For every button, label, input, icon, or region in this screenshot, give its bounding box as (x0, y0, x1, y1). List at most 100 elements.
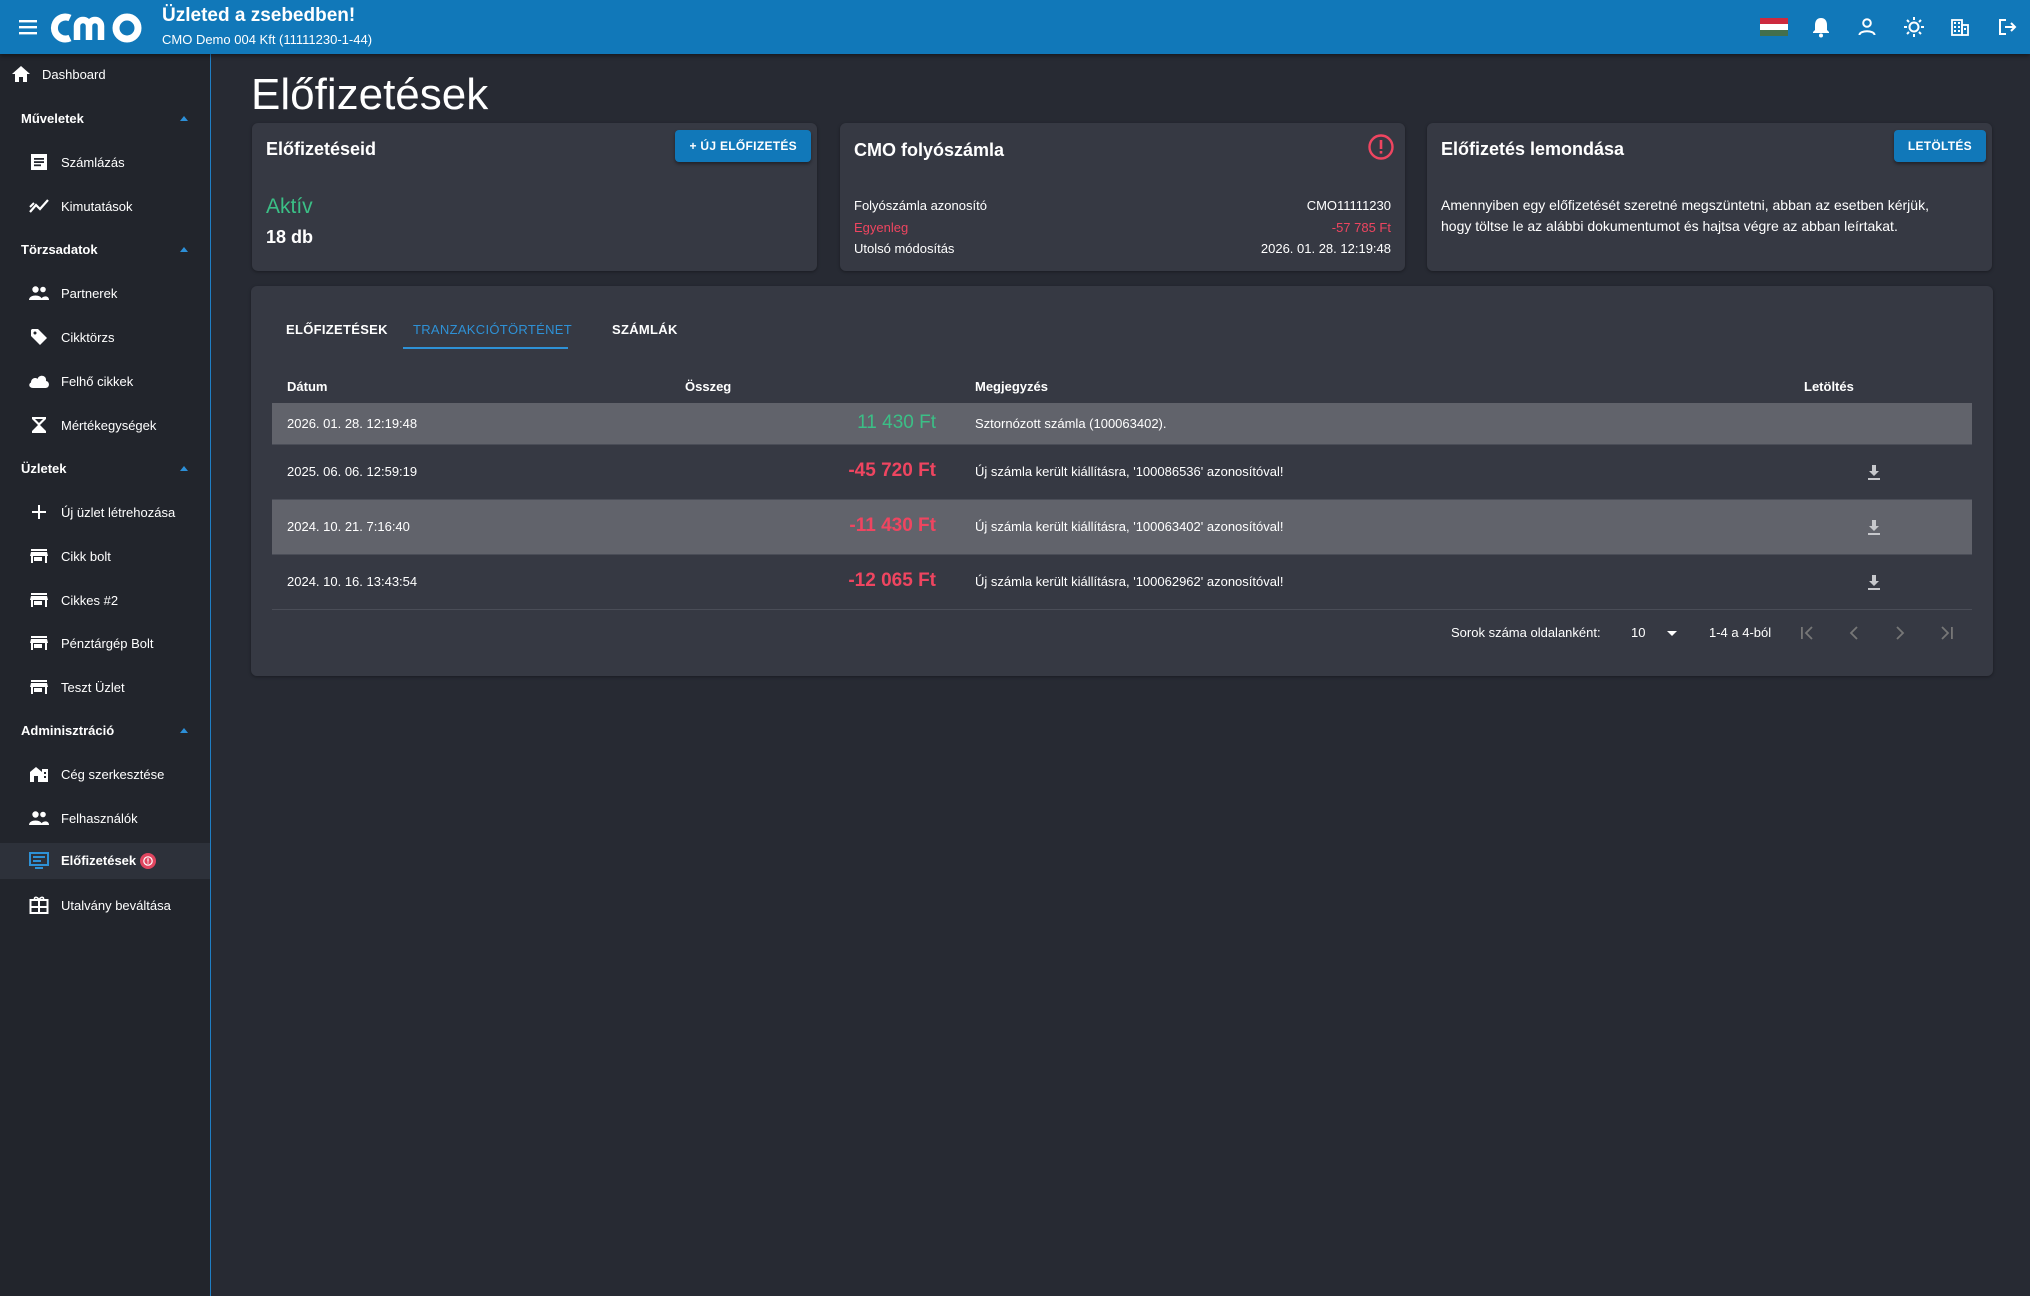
sidebar-item-label: Cég szerkesztése (61, 766, 165, 782)
menu-icon[interactable] (16, 15, 42, 39)
download-document-button[interactable]: LETÖLTÉS (1893, 130, 1986, 162)
card-title: CMO folyószámla (854, 140, 1005, 160)
sidebar-item-cikktorzs[interactable]: Cikktörzs (0, 319, 210, 355)
top-app-bar: Üzleted a zsebedben! CMO Demo 004 Kft (1… (0, 0, 2030, 54)
tab-szamlak[interactable]: SZÁMLÁK (612, 322, 678, 346)
download-icon[interactable] (1864, 462, 1884, 482)
last-modified-row: Utolsó módosítás 2026. 01. 28. 12:19:48 (854, 241, 1391, 256)
table-row[interactable]: 2024. 10. 16. 13:43:54 -12 065 Ft Új szá… (272, 555, 1972, 610)
sidebar-item-label: Teszt Üzlet (61, 679, 125, 695)
sidebar-item-label: Partnerek (61, 285, 118, 301)
tab-elofizetesek[interactable]: ELŐFIZETÉSEK (286, 322, 388, 346)
rows-per-page-select[interactable]: 10 (1631, 625, 1691, 640)
row-amount: -45 720 Ft (848, 460, 936, 481)
user-icon[interactable] (1844, 0, 1891, 54)
sidebar-item-label: Számlázás (61, 154, 125, 170)
table-row[interactable]: 2024. 10. 21. 7:16:40 -11 430 Ft Új szám… (272, 500, 1972, 555)
sidebar-item-dashboard[interactable]: Dashboard (0, 56, 210, 92)
row-note: Új számla került kiállításra, '100063402… (975, 519, 1284, 534)
store-icon (28, 589, 50, 611)
table-row[interactable]: 2026. 01. 28. 12:19:48 11 430 Ft Sztornó… (272, 403, 1972, 445)
sidebar-item-szamlazas[interactable]: Számlázás (0, 144, 210, 180)
sidebar-item-label: Felhő cikkek (61, 373, 134, 389)
download-icon[interactable] (1864, 572, 1884, 592)
row-date: 2024. 10. 21. 7:16:40 (287, 519, 410, 534)
sidebar: Dashboard Műveletek Számlázás Kimutatáso… (0, 54, 211, 1296)
sidebar-item-label: Kimutatások (61, 198, 133, 214)
hungarian-flag-icon[interactable] (1751, 0, 1798, 54)
sidebar-item-utalvany[interactable]: Utalvány beváltása (0, 887, 210, 923)
page-title: Előfizetések (251, 70, 489, 119)
chart-line-icon (28, 195, 50, 217)
sidebar-item-mertekegysegek[interactable]: Mértékegységek (0, 407, 210, 443)
sidebar-section-uzletek[interactable]: Üzletek (0, 450, 210, 486)
caret-up-icon (180, 247, 188, 252)
account-id-row: Folyószámla azonosító CMO11111230 (854, 198, 1391, 213)
row-note: Sztornózott számla (100063402). (975, 416, 1167, 431)
section-label: Adminisztráció (21, 722, 115, 738)
table-row[interactable]: 2025. 06. 06. 12:59:19 -45 720 Ft Új szá… (272, 445, 1972, 500)
sidebar-section-torzsadatok[interactable]: Törzsadatok (0, 231, 210, 267)
last-modified-value: 2026. 01. 28. 12:19:48 (1260, 241, 1391, 256)
balance-value: -57 785 Ft (1331, 220, 1391, 235)
next-page-icon[interactable] (1889, 622, 1911, 644)
sidebar-item-felhasznalok[interactable]: Felhasználók (0, 800, 210, 836)
column-header-download: Letöltés (1804, 379, 1854, 394)
sidebar-item-label: Felhasználók (61, 810, 138, 826)
sidebar-item-felho-cikkek[interactable]: Felhő cikkek (0, 363, 210, 399)
cancel-subscription-card: Előfizetés lemondása LETÖLTÉS Amennyiben… (1427, 123, 1992, 271)
caret-up-icon (180, 466, 188, 471)
sidebar-section-muveletek[interactable]: Műveletek (0, 100, 210, 136)
sidebar-item-partnerek[interactable]: Partnerek (0, 275, 210, 311)
caret-up-icon (180, 728, 188, 733)
app-title: Üzleted a zsebedben! (162, 5, 356, 26)
sidebar-item-cikk-bolt[interactable]: Cikk bolt (0, 538, 210, 574)
building-icon[interactable] (1937, 0, 1984, 54)
bell-icon[interactable] (1798, 0, 1845, 54)
tag-icon (28, 326, 50, 348)
account-card: CMO folyószámla Folyószámla azonosító CM… (840, 123, 1405, 271)
last-modified-label: Utolsó módosítás (854, 241, 955, 256)
store-icon (28, 676, 50, 698)
sidebar-item-cikkes2[interactable]: Cikkes #2 (0, 582, 210, 618)
sidebar-item-teszt-uzlet[interactable]: Teszt Üzlet (0, 669, 210, 705)
active-tab-indicator (403, 347, 568, 349)
brightness-icon[interactable] (1891, 0, 1938, 54)
logout-icon[interactable] (1984, 0, 2030, 54)
first-page-icon[interactable] (1796, 622, 1818, 644)
company-name: CMO Demo 004 Kft (11111230-1-44) (162, 32, 373, 47)
subscriptions-card: Előfizetéseid + ÚJ ELŐFIZETÉS Aktív 18 d… (252, 123, 817, 271)
sidebar-item-elofizetesek[interactable]: Előfizetések (0, 843, 210, 879)
sidebar-item-label: Cikktörzs (61, 329, 115, 345)
last-page-icon[interactable] (1936, 622, 1958, 644)
card-title: Előfizetéseid (266, 139, 377, 159)
sidebar-item-ceg-szerkesztese[interactable]: Cég szerkesztése (0, 756, 210, 792)
status-text: Aktív (266, 195, 313, 218)
column-header-amount[interactable]: Összeg (685, 379, 731, 394)
sidebar-item-uj-uzlet[interactable]: Új üzlet létrehozása (0, 494, 210, 530)
row-amount: 11 430 Ft (857, 412, 936, 433)
sidebar-item-label: Előfizetések (61, 853, 157, 870)
sidebar-item-penztargep-bolt[interactable]: Pénztárgép Bolt (0, 625, 210, 661)
sidebar-section-adminisztracio[interactable]: Adminisztráció (0, 712, 210, 748)
plus-icon (28, 501, 50, 523)
cmo-logo[interactable] (50, 6, 152, 48)
column-header-date[interactable]: Dátum (287, 379, 327, 394)
sidebar-item-kimutatasok[interactable]: Kimutatások (0, 188, 210, 224)
dropdown-arrow-icon (1667, 631, 1677, 636)
new-subscription-button[interactable]: + ÚJ ELŐFIZETÉS (675, 130, 811, 162)
row-date: 2024. 10. 16. 13:43:54 (287, 574, 418, 589)
section-label: Törzsadatok (21, 241, 98, 257)
balance-label: Egyenleg (854, 220, 909, 235)
balance-row: Egyenleg -57 785 Ft (854, 220, 1391, 235)
tab-tranzakciotortenet[interactable]: TRANZAKCIÓTÖRTÉNET (413, 322, 572, 346)
previous-page-icon[interactable] (1843, 622, 1865, 644)
sidebar-item-label: Pénztárgép Bolt (61, 635, 154, 651)
column-header-note[interactable]: Megjegyzés (975, 379, 1048, 394)
account-id-label: Folyószámla azonosító (854, 198, 987, 213)
row-date: 2025. 06. 06. 12:59:19 (287, 464, 418, 479)
download-icon[interactable] (1864, 517, 1884, 537)
gift-card-icon (28, 894, 50, 916)
rows-per-page-value: 10 (1631, 625, 1646, 640)
cancel-description: Amennyiben egy előfizetését szeretné meg… (1441, 197, 1929, 234)
